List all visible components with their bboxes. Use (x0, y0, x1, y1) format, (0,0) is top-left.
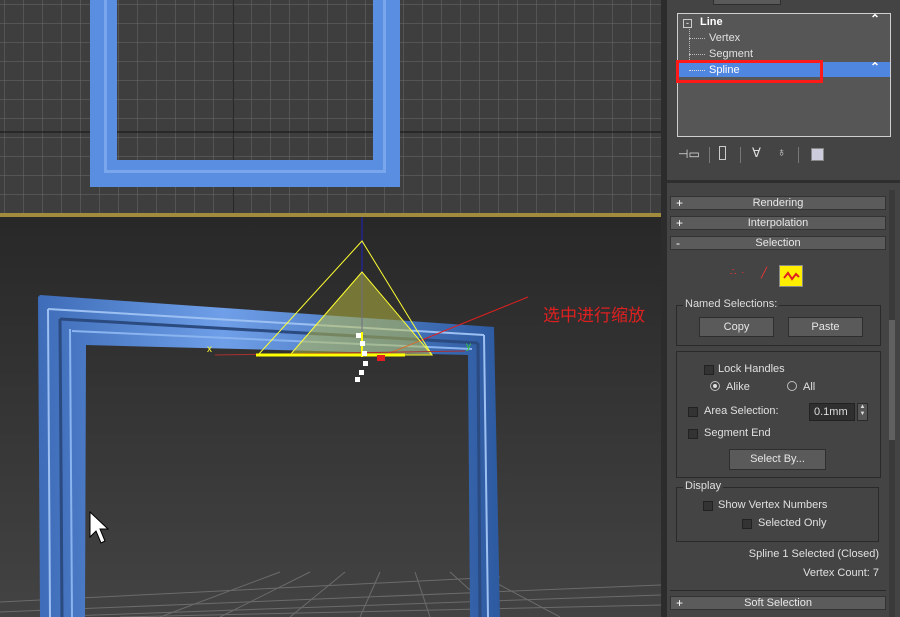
selected-only-checkbox[interactable] (742, 519, 752, 529)
remove-modifier-icon[interactable]: ♁ (777, 145, 786, 159)
rollout-selection-label: Selection (755, 237, 801, 249)
pin-stack-icon[interactable]: ⊣▭ (678, 147, 700, 161)
top-viewport[interactable] (0, 0, 661, 213)
rollout-soft-selection-label: Soft Selection (744, 597, 812, 609)
selection-status: Spline 1 Selected (Closed) (748, 548, 879, 560)
annotation-highlight-box (676, 60, 823, 83)
segment-end-checkbox[interactable] (688, 429, 698, 439)
named-selections-label: Named Selections: (683, 298, 780, 310)
annotation-text: 选中进行缩放 (543, 306, 645, 325)
vertex-level-icon[interactable]: ∴ · (730, 267, 745, 278)
copy-button[interactable]: Copy (699, 317, 774, 337)
segment-level-icon[interactable]: ╱ (761, 268, 771, 279)
vertex-count: Vertex Count: 7 (803, 567, 879, 579)
show-vertex-numbers-label: Show Vertex Numbers (718, 499, 828, 511)
show-end-result-icon[interactable] (719, 146, 726, 160)
lock-handles-checkbox[interactable] (704, 365, 714, 375)
area-selection-checkbox[interactable] (688, 407, 698, 417)
rollout-soft-selection[interactable]: + Soft Selection (670, 596, 886, 610)
lightbulb-check-icon[interactable]: ⌃ (870, 60, 880, 74)
segment-end-label: Segment End (704, 427, 771, 439)
lock-handles-label: Lock Handles (718, 363, 785, 375)
modifier-stack[interactable]: - Line Vertex Segment Spline ⌃ ⌃ (676, 12, 891, 137)
alike-label: Alike (726, 381, 750, 393)
toolbar-separator (798, 147, 799, 163)
scrollbar-thumb[interactable] (889, 320, 895, 440)
area-selection-spinner-input[interactable]: 0.1mm (809, 403, 855, 421)
rollout-interpolation[interactable]: + Interpolation (670, 216, 886, 230)
stack-item-line[interactable]: Line (700, 16, 723, 28)
rollout-selection[interactable]: - Selection (670, 236, 886, 250)
perspective-viewport[interactable]: x y 选中进行缩放 (0, 217, 661, 617)
panel-scrollbar[interactable] (889, 190, 895, 617)
rollout-rendering-label: Rendering (752, 197, 804, 209)
paste-button[interactable]: Paste (788, 317, 863, 337)
selected-only-label: Selected Only (758, 517, 827, 529)
perspective-canvas: x y (0, 217, 661, 617)
gizmo-x-label: x (207, 344, 212, 355)
show-vertex-numbers-checkbox[interactable] (703, 501, 713, 511)
stack-item-vertex[interactable]: Vertex (709, 32, 740, 44)
configure-modifier-sets-icon[interactable] (811, 148, 824, 161)
make-unique-icon[interactable]: ∀ (752, 145, 761, 161)
select-by-button[interactable]: Select By... (729, 449, 826, 470)
toolbar-separator (709, 147, 710, 163)
top-viewport-canvas (0, 0, 661, 213)
stack-item-segment[interactable]: Segment (709, 48, 753, 60)
floor-grid (0, 571, 661, 617)
tree-line (689, 38, 705, 39)
dropdown-edge[interactable] (713, 0, 781, 5)
display-label: Display (683, 480, 724, 492)
collapse-toggle-icon[interactable]: - (683, 19, 692, 28)
all-radio[interactable] (787, 381, 797, 391)
all-label: All (803, 381, 816, 393)
spline-level-icon (783, 271, 800, 281)
panel-divider (667, 180, 900, 183)
display-group (676, 487, 879, 542)
mouse-cursor-icon (89, 510, 110, 544)
lightbulb-check-icon[interactable]: ⌃ (870, 12, 880, 26)
spline-level-button[interactable] (779, 265, 803, 287)
toolbar-separator (740, 147, 741, 163)
rollout-bottom-edge (670, 590, 886, 591)
tree-line (689, 54, 705, 55)
rollout-rendering[interactable]: + Rendering (670, 196, 886, 210)
command-panel: - Line Vertex Segment Spline ⌃ ⌃ ⊣▭ ∀ ♁ … (667, 0, 900, 617)
scale-gizmo[interactable] (214, 217, 466, 382)
spinner-arrows-icon[interactable]: ▲ ▼ (857, 403, 868, 421)
gizmo-y-label: y (466, 341, 471, 352)
area-selection-label: Area Selection: (704, 405, 779, 417)
rollout-interpolation-label: Interpolation (747, 217, 809, 229)
alike-radio[interactable] (710, 381, 720, 391)
